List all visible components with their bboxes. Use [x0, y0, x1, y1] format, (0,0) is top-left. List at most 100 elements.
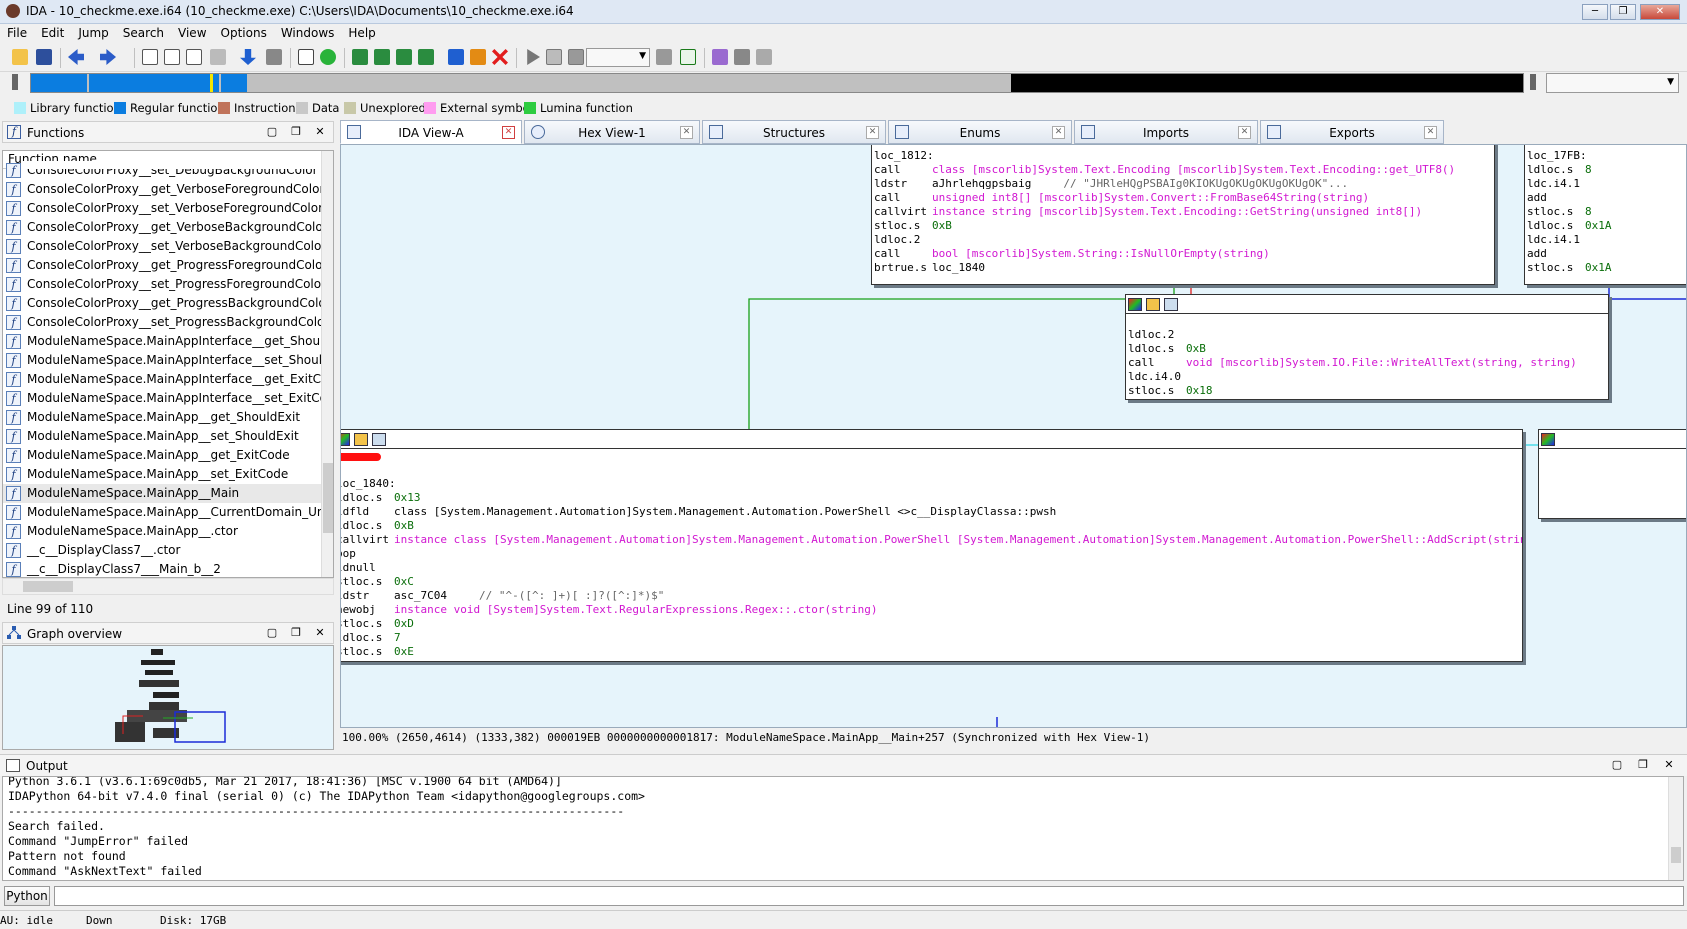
create-struct-icon[interactable] [374, 49, 390, 65]
jump-down-icon[interactable] [240, 49, 256, 65]
code-line[interactable]: ldstr aJhrlehqgpsbaig // "JHRleHQgPSBAIg0K… [874, 176, 1348, 191]
function-row[interactable]: f __c__DisplayClass7___Main_b__2 [3, 560, 321, 577]
lumina-icon[interactable] [320, 49, 336, 65]
menu-file[interactable]: File [0, 24, 34, 42]
play-icon[interactable] [527, 49, 540, 65]
maximize-button[interactable]: ❐ [1610, 4, 1636, 20]
delete-icon[interactable] [492, 49, 508, 65]
panel-float-icon[interactable]: ❐ [289, 125, 303, 139]
function-row[interactable]: f ConsoleColorProxy__set_ProgressForegrou… [3, 275, 321, 294]
close-button[interactable]: ✕ [1640, 4, 1680, 20]
code-line[interactable]: ldstr asc_7C04 // "^-([^: ]+)[ :]?([^:]*)$… [341, 588, 664, 603]
code-line[interactable]: callvirt instance class [System.Managemen… [341, 532, 1522, 547]
menu-windows[interactable]: Windows [274, 24, 342, 42]
code-line[interactable]: ldloc.2 [874, 232, 932, 247]
function-row[interactable]: f ConsoleColorProxy__get_VerboseBackgroun… [3, 218, 321, 237]
stop-icon[interactable] [568, 49, 584, 65]
code-line[interactable]: call unsigned int8[] [mscorlib]System.Con… [874, 190, 1369, 205]
tab-close-icon[interactable]: ✕ [1238, 126, 1251, 139]
save-icon[interactable] [36, 49, 52, 65]
panel-close-icon[interactable]: ✕ [313, 626, 327, 640]
code-line[interactable]: stloc.s 0xC [341, 574, 414, 589]
menu-view[interactable]: View [171, 24, 213, 42]
function-row[interactable]: f ModuleNameSpace.MainAppInterface__get_E… [3, 370, 321, 389]
tab-hex-view-1[interactable]: Hex View-1 ✕ [524, 120, 700, 144]
panel-close-icon[interactable]: ✕ [1662, 758, 1676, 772]
menu-search[interactable]: Search [116, 24, 171, 42]
function-row[interactable]: f ConsoleColorProxy__get_VerboseForegroun… [3, 180, 321, 199]
debugger-select[interactable]: ▼ [586, 48, 650, 67]
code-block-loc-17fb[interactable]: loc_17FB: ldloc.s 8 ldc.i4.1 add stloc.s 8 ldlo… [1524, 145, 1686, 285]
code-line[interactable]: ldc.i4.1 [1527, 176, 1585, 191]
function-row[interactable]: f ConsoleColorProxy__set_ProgressBackgrou… [3, 313, 321, 332]
tab-close-icon[interactable]: ✕ [502, 126, 515, 139]
attach-icon[interactable] [656, 49, 672, 65]
panel-restore-icon[interactable]: ▢ [265, 125, 279, 139]
menu-jump[interactable]: Jump [71, 24, 115, 42]
code-block-write-file[interactable]: ldloc.2 ldloc.s 0xB call void [mscorlib]Syst… [1125, 294, 1609, 400]
python-language-button[interactable]: Python [4, 886, 50, 906]
open-icon[interactable] [12, 49, 28, 65]
nav-right-handle-icon[interactable] [1530, 74, 1536, 90]
function-row-selected[interactable]: f ModuleNameSpace.MainApp__Main [3, 484, 321, 503]
function-row[interactable]: f ModuleNameSpace.MainApp__.ctor [3, 522, 321, 541]
code-block-partial-right[interactable] [1538, 429, 1686, 519]
scrollbar-thumb[interactable] [1671, 847, 1681, 863]
pause-icon[interactable] [546, 49, 562, 65]
tab-structures[interactable]: Structures ✕ [702, 120, 886, 144]
function-row[interactable]: f ConsoleColorProxy__get_ProgressForegrou… [3, 256, 321, 275]
function-row[interactable]: f ModuleNameSpace.MainApp__get_ShouldExit [3, 408, 321, 427]
menu-edit[interactable]: Edit [34, 24, 71, 42]
tab-exports[interactable]: Exports ✕ [1260, 120, 1444, 144]
code-line[interactable]: brtrue.s loc_1840 [874, 260, 985, 275]
code-line[interactable]: ldnull [341, 560, 394, 575]
code-line[interactable]: ldloc.s 0x1A [1527, 218, 1612, 233]
tab-enums[interactable]: Enums ✕ [888, 120, 1072, 144]
code-line[interactable]: ldc.i4.1 [1527, 232, 1585, 247]
debug-icon[interactable] [448, 49, 464, 65]
add-dropdown-icon[interactable] [418, 49, 434, 65]
code-line[interactable]: ldc.i4.0 [1128, 369, 1186, 384]
tab-imports[interactable]: Imports ✕ [1074, 120, 1258, 144]
code-line[interactable]: newobj instance void [System]System.Text.… [341, 602, 877, 617]
navigation-icon[interactable] [266, 49, 282, 65]
create-function-icon[interactable] [352, 49, 368, 65]
code-line[interactable]: add [1527, 246, 1585, 261]
code-line[interactable]: stloc.s 8 [1527, 204, 1592, 219]
panel-restore-icon[interactable]: ▢ [265, 626, 279, 640]
function-row[interactable]: f ModuleNameSpace.MainAppInterface__set_S… [3, 351, 321, 370]
code-line[interactable]: stloc.s 0xE [341, 644, 414, 659]
function-row[interactable]: f ModuleNameSpace.MainApp__set_ExitCode [3, 465, 321, 484]
tab-close-icon[interactable]: ✕ [680, 126, 693, 139]
edit-icon[interactable] [470, 49, 486, 65]
code-line[interactable]: ldloc.s 7 [341, 630, 401, 645]
function-row[interactable]: f ModuleNameSpace.MainApp__get_ExitCode [3, 446, 321, 465]
text-search-icon[interactable] [164, 49, 180, 65]
immediate-search-icon[interactable] [186, 49, 202, 65]
code-line[interactable]: loc_17FB: [1527, 148, 1587, 163]
nav-select[interactable]: ▼ [1546, 73, 1679, 93]
back-arrow-icon[interactable] [68, 49, 84, 65]
search-next-icon[interactable] [210, 49, 226, 65]
forward-arrow-icon[interactable] [100, 49, 116, 65]
code-line[interactable]: stloc.s 0x18 [1128, 383, 1213, 398]
function-row[interactable]: f ModuleNameSpace.MainAppInterface__set_E… [3, 389, 321, 408]
list-icon[interactable] [712, 49, 728, 65]
graph-view[interactable]: loc_1812: call class [mscorlib]System.Text… [340, 144, 1687, 728]
panel-restore-icon[interactable]: ▢ [1610, 758, 1624, 772]
code-line[interactable]: call void [mscorlib]System.IO.File::Write… [1128, 355, 1577, 370]
command-input[interactable] [54, 886, 1684, 906]
function-row[interactable]: f ModuleNameSpace.MainApp__CurrentDomain_… [3, 503, 321, 522]
panel-close-icon[interactable]: ✕ [313, 125, 327, 139]
refresh-icon[interactable] [680, 49, 696, 65]
tab-ida-view-a[interactable]: IDA View-A ✕ [340, 120, 522, 144]
graph-icon[interactable] [298, 49, 314, 65]
scrollbar-thumb[interactable] [23, 581, 73, 592]
code-block-loc-1812[interactable]: loc_1812: call class [mscorlib]System.Text… [871, 145, 1495, 285]
scrollbar-thumb[interactable] [323, 463, 333, 533]
code-line[interactable]: stloc.s 0x1A [1527, 260, 1612, 275]
code-line[interactable]: loc_1812: [874, 148, 934, 163]
navigation-band[interactable] [30, 73, 1524, 93]
panel-float-icon[interactable]: ❐ [289, 626, 303, 640]
function-row[interactable]: f ConsoleColorProxy__set_VerboseForegroun… [3, 199, 321, 218]
